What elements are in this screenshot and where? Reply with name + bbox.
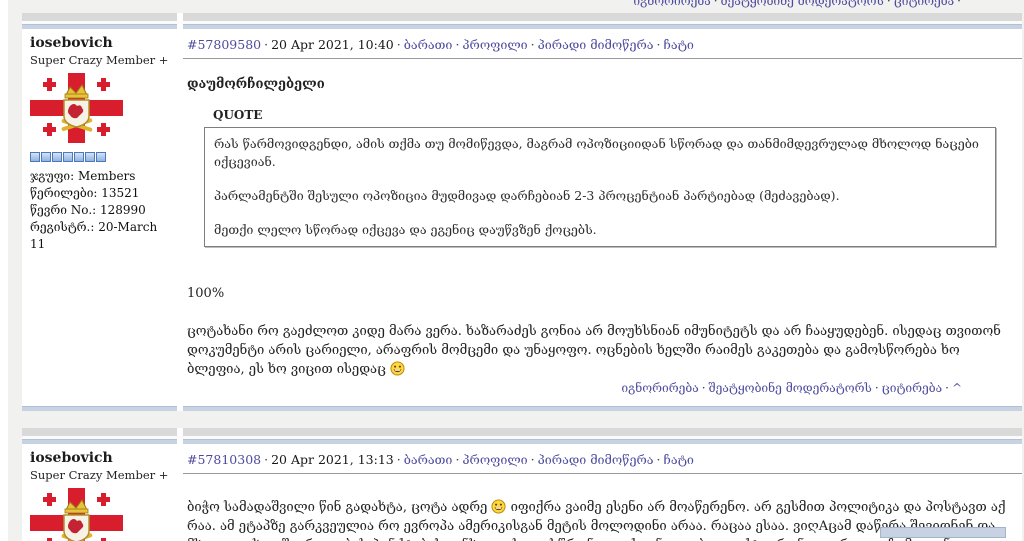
- author-member-title: Super Crazy Member +: [30, 53, 169, 67]
- quote-link[interactable]: ციტირება: [894, 0, 954, 8]
- member-pip: [52, 152, 62, 162]
- member-rating-pips: [30, 152, 171, 162]
- post-date: 20 Apr 2021, 13:13: [271, 452, 394, 467]
- member-pip: [85, 152, 95, 162]
- separator-dot: ·: [656, 37, 661, 52]
- member-joined: რეგისტრ.: 20-March 11: [30, 220, 158, 251]
- report-to-moderator-link[interactable]: შეატყობინე მოდერატორს: [709, 381, 872, 395]
- thread-content-area: იგნორირება · შეატყობინე მოდერატორს · ციტირებ…: [8, 0, 1024, 541]
- quote-line: მეთქი ლელო სწორად იქცევა და ეგენიც დაუწვ…: [214, 222, 597, 237]
- separator-dot: ·: [530, 37, 535, 52]
- author-panel: iosebovich Super Crazy Member +: [22, 444, 177, 541]
- grin-emoticon: [390, 361, 405, 376]
- member-pip: [63, 152, 73, 162]
- author-username[interactable]: iosebovich: [30, 35, 171, 51]
- author-avatar[interactable]: [30, 488, 171, 541]
- post-separator-blue: [22, 406, 1022, 411]
- post: iosebovich Super Crazy Member +: [22, 444, 1022, 541]
- member-info: ჯგუფი: Members წერილები: 13521 წევრი No.…: [30, 168, 171, 253]
- separator-dot: ·: [713, 0, 718, 8]
- member-group: ჯგუფი: Members: [30, 169, 136, 183]
- post-paragraph: ცოტახანი რო გაეძლოთ კიდე მარა ვერა. ხაზა…: [187, 322, 1010, 379]
- separator-dot: ·: [886, 0, 891, 8]
- separator-dot: ·: [264, 37, 269, 52]
- separator-dot: ·: [396, 452, 401, 467]
- separator-dot: ·: [874, 381, 879, 395]
- separator-dot: ·: [455, 452, 460, 467]
- post-text: ბიჭო სამადაშვილი წინ გადახტა, ცოტა ადრე: [187, 500, 488, 515]
- profile-link[interactable]: პროფილი: [462, 452, 527, 467]
- post-id-link[interactable]: #57810308: [187, 452, 261, 467]
- separator-dot: ·: [530, 452, 535, 467]
- member-pip: [30, 152, 40, 162]
- member-pip: [41, 152, 51, 162]
- card-link[interactable]: ბარათი: [404, 37, 453, 52]
- post-separator-gray: [22, 13, 1022, 21]
- report-to-moderator-link[interactable]: შეატყობინე მოდერატორს: [721, 0, 884, 8]
- header-divider: [183, 58, 1022, 59]
- post-date: 20 Apr 2021, 10:40: [271, 37, 394, 52]
- quote-block: რას წარმოვიდგენდი, ამის თქმა თუ მომიწევდ…: [204, 127, 996, 247]
- card-link[interactable]: ბარათი: [404, 452, 453, 467]
- post-footer-links: იგნორირება · შეატყობინე მოდერატორს · ციტირებ…: [187, 379, 1010, 398]
- quote-link[interactable]: ციტირება: [882, 381, 942, 395]
- post-subject: დაუმორჩილებელი: [187, 77, 325, 92]
- chat-link[interactable]: ჩატი: [664, 37, 694, 52]
- post-separator-gray: [22, 428, 1022, 436]
- georgian-royal-flag-icon: [30, 488, 123, 541]
- author-avatar[interactable]: [30, 73, 171, 147]
- post-text: ცოტახანი რო გაეძლოთ კიდე მარა ვერა. ხაზა…: [187, 324, 1001, 377]
- post-footer-links: იგნორირება · შეატყობინე მოდერატორს · ციტირებ…: [633, 0, 974, 8]
- profile-link[interactable]: პროფილი: [462, 37, 527, 52]
- separator-dot: ·: [656, 452, 661, 467]
- quote-line: რას წარმოვიდგენდი, ამის თქმა თუ მომიწევდ…: [214, 136, 979, 169]
- separator-dot: ·: [455, 37, 460, 52]
- post-id-link[interactable]: #57809580: [187, 37, 261, 52]
- separator-dot: ·: [264, 452, 269, 467]
- author-member-title: Super Crazy Member +: [30, 468, 169, 482]
- post-header: #57809580 · 20 Apr 2021, 10:40 · ბარათი · პროფ…: [187, 35, 1010, 52]
- chat-link[interactable]: ჩატი: [664, 452, 694, 467]
- header-divider: [183, 473, 1022, 474]
- post-content-panel: #57809580 · 20 Apr 2021, 10:40 · ბარათი · პროფ…: [183, 29, 1022, 406]
- back-to-top-link[interactable]: ^: [952, 381, 962, 395]
- post-header: #57810308 · 20 Apr 2021, 13:13 · ბარათი · პროფ…: [187, 450, 1010, 467]
- private-message-link[interactable]: პირადი მიმოწერა: [538, 452, 654, 467]
- back-to-top-link[interactable]: ^: [964, 0, 974, 8]
- member-pip: [74, 152, 84, 162]
- ignore-link[interactable]: იგნორირება: [621, 381, 698, 395]
- ignore-link[interactable]: იგნორირება: [633, 0, 710, 8]
- previous-post-footer-clipped: იგნორირება · შეატყობინე მოდერატორს · ციტირებ…: [8, 0, 1024, 13]
- quote-line: პარლამენტში შესული ოპოზიცია მუდმივად დარ…: [214, 188, 840, 203]
- next-element-edge: [880, 527, 1006, 538]
- separator-dot: ·: [701, 381, 706, 395]
- member-number: წევრი No.: 128990: [30, 203, 146, 217]
- separator-dot: ·: [396, 37, 401, 52]
- author-username[interactable]: iosebovich: [30, 450, 171, 466]
- separator-dot: ·: [945, 381, 949, 395]
- forum-thread-page: იგნორირება · შეატყობინე მოდერატორს · ციტირებ…: [0, 0, 1024, 541]
- grin-emoticon: [491, 499, 507, 514]
- separator-dot: ·: [957, 0, 961, 8]
- author-panel: iosebovich Super Crazy Member +: [22, 29, 177, 406]
- georgian-royal-flag-icon: [30, 73, 123, 143]
- member-pip: [96, 152, 106, 162]
- private-message-link[interactable]: პირადი მიმოწერა: [538, 37, 654, 52]
- post-body: დაუმორჩილებელი QUOTE რას წარმოვიდგენდი, …: [187, 73, 1010, 398]
- post-text-percent: 100%: [187, 286, 225, 301]
- between-posts-gap: [8, 411, 1024, 428]
- quote-label: QUOTE: [213, 108, 263, 122]
- member-posts-count: წერილები: 13521: [30, 186, 140, 200]
- post: iosebovich Super Crazy Member +: [22, 29, 1022, 406]
